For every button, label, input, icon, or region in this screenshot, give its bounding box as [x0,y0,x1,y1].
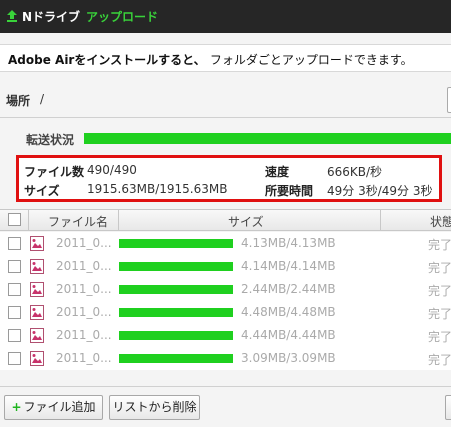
file-size: 3.09MB/3.09MB [241,351,336,365]
time-value: 49分 3秒/49分 3秒 [327,184,433,198]
file-progress-fill [119,354,233,363]
remove-from-list-button[interactable]: リストから削除 [109,395,200,420]
image-file-icon [30,236,44,251]
table-row[interactable]: 2011_0... 4.13MB/4.13MB 完了 [0,232,451,255]
file-status: 完了 [428,353,451,367]
file-progress-fill [119,285,233,294]
row-checkbox[interactable] [8,283,21,296]
divider [0,117,451,118]
file-size: 4.48MB/4.48MB [241,305,336,319]
speed-value: 666KB/秒 [327,165,383,179]
file-name: 2011_0... [56,282,112,296]
image-file-icon [30,259,44,274]
row-checkbox[interactable] [8,260,21,273]
notice-bold-text: Adobe Airをインストールすると、 [8,53,206,67]
add-file-button[interactable]: + ファイル追加 [4,395,103,420]
file-name: 2011_0... [56,259,112,273]
file-progress-bar [119,239,233,248]
transfer-stats-box: ファイル数 490/490 サイズ 1915.63MB/1915.63MB 速度… [16,155,442,202]
file-status: 完了 [428,261,451,275]
column-separator [118,210,119,230]
file-count-label: ファイル数 [24,165,85,179]
row-checkbox[interactable] [8,237,21,250]
size-label: サイズ [24,184,60,198]
file-progress-fill [119,308,233,317]
transfer-progress-fill [84,133,451,144]
speed-label: 速度 [265,165,290,179]
table-row[interactable]: 2011_0... 4.14MB/4.14MB 完了 [0,255,451,278]
row-checkbox[interactable] [8,306,21,319]
file-count-value: 490/490 [87,163,137,177]
file-progress-bar [119,331,233,340]
file-name: 2011_0... [56,236,112,250]
file-table-header: ファイル名 サイズ 状態 [0,209,451,231]
file-size: 4.44MB/4.44MB [241,328,336,342]
location-label: 場所 [6,94,31,108]
column-header-status[interactable]: 状態 [430,213,451,230]
file-status: 完了 [428,284,451,298]
image-file-icon [30,351,44,366]
select-all-checkbox[interactable] [8,213,21,226]
location-button[interactable] [447,87,451,113]
table-row[interactable]: 2011_0... 4.44MB/4.44MB 完了 [0,324,451,347]
row-checkbox[interactable] [8,329,21,342]
row-checkbox[interactable] [8,352,21,365]
column-separator [380,210,381,230]
app-title: Nドライブ [22,10,81,24]
divider [0,386,451,387]
file-progress-fill [119,331,233,340]
air-install-notice: Adobe Airをインストールすると、 フォルダごとアップロードできます。 [0,44,451,72]
add-file-label: ファイル追加 [23,400,96,414]
plus-icon: + [11,400,22,414]
file-name: 2011_0... [56,351,112,365]
file-status: 完了 [428,238,451,252]
file-status: 完了 [428,307,451,321]
title-bar: Nドライブ アップロード [0,0,451,33]
time-label: 所要時間 [265,184,314,198]
file-size: 4.14MB/4.14MB [241,259,336,273]
file-progress-bar [119,354,233,363]
image-file-icon [30,305,44,320]
column-header-filename[interactable]: ファイル名 [48,213,108,230]
table-row[interactable]: 2011_0... 4.48MB/4.48MB 完了 [0,301,451,324]
file-progress-bar [119,285,233,294]
file-status: 完了 [428,330,451,344]
transfer-status-label: 転送状況 [26,133,75,147]
transfer-progress-bar [84,133,451,144]
file-progress-fill [119,262,233,271]
file-progress-bar [119,308,233,317]
file-size: 4.13MB/4.13MB [241,236,336,250]
image-file-icon [30,328,44,343]
notice-normal-text: フォルダごとアップロードできます。 [209,53,413,67]
file-progress-fill [119,239,233,248]
column-separator [28,210,29,230]
size-value: 1915.63MB/1915.63MB [87,182,228,196]
table-row[interactable]: 2011_0... 3.09MB/3.09MB 完了 [0,347,451,370]
file-name: 2011_0... [56,328,112,342]
file-name: 2011_0... [56,305,112,319]
file-size: 2.44MB/2.44MB [241,282,336,296]
right-footer-button[interactable] [445,395,451,420]
notice-text: Adobe Airをインストールすると、 フォルダごとアップロードできます。 [8,51,413,68]
location-path: / [40,92,45,106]
image-file-icon [30,282,44,297]
column-header-size[interactable]: サイズ [228,213,264,230]
file-progress-bar [119,262,233,271]
table-row[interactable]: 2011_0... 2.44MB/2.44MB 完了 [0,278,451,301]
tab-upload[interactable]: アップロード [86,8,158,25]
upload-arrow-icon [7,10,17,22]
